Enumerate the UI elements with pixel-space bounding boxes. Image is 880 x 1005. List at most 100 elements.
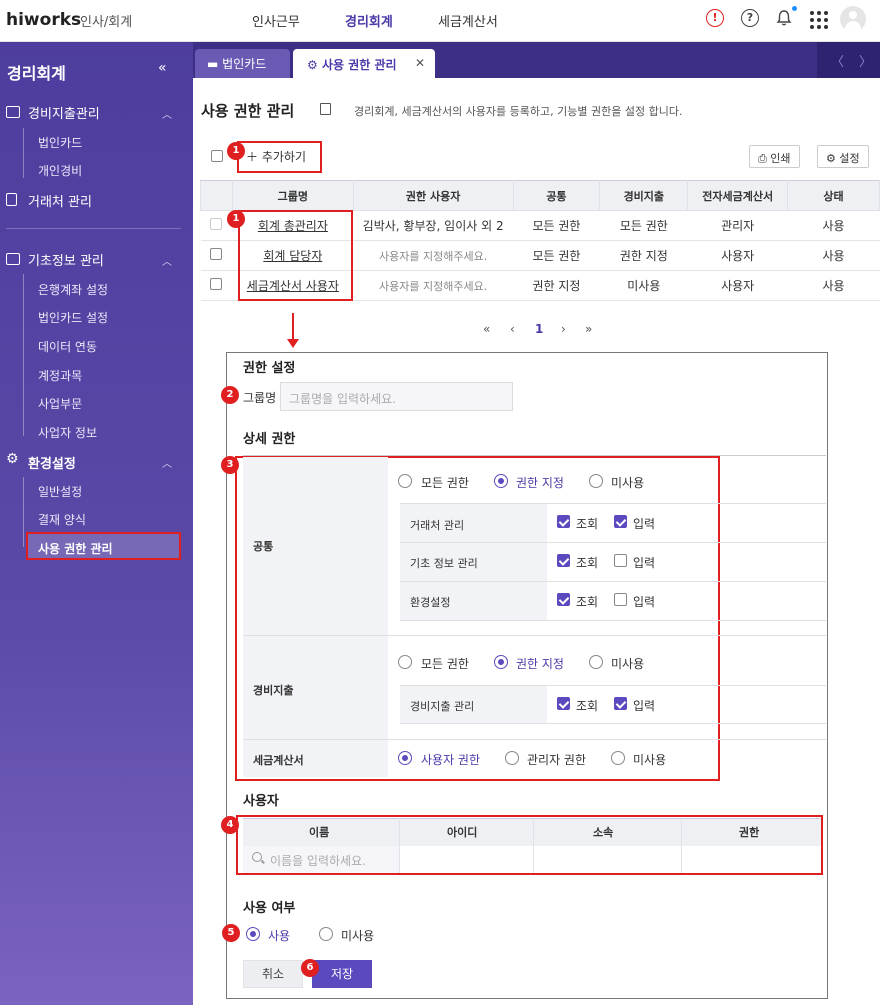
- tree-line: [23, 128, 24, 178]
- sidebar-item-bank[interactable]: 은행계좌 설정: [38, 281, 108, 298]
- last-page-icon[interactable]: »: [585, 322, 592, 336]
- plus-icon: ＋: [246, 150, 262, 164]
- section-title: 사용자: [243, 794, 279, 809]
- nav-accounting[interactable]: 경리회계: [345, 11, 393, 30]
- input-checkbox[interactable]: [614, 554, 627, 567]
- page-description: 경리회계, 세금계산서의 사용자를 등록하고, 기능별 권한을 설정 합니다.: [354, 105, 683, 118]
- select-all-checkbox[interactable]: [211, 150, 223, 162]
- add-label: 추가하기: [261, 150, 306, 164]
- view-checkbox[interactable]: [557, 515, 570, 528]
- sidebar-item-personal-expense[interactable]: 개인경비: [38, 162, 82, 179]
- sidebar-item-accounts[interactable]: 계정과목: [38, 367, 82, 384]
- save-button[interactable]: 저장: [312, 960, 372, 988]
- document-icon: [6, 193, 17, 206]
- radio-none[interactable]: [589, 474, 603, 488]
- page-number[interactable]: 1: [535, 322, 543, 336]
- next-page-icon[interactable]: ›: [561, 322, 566, 336]
- chevron-up-icon[interactable]: ︿: [162, 106, 172, 121]
- cell-common: 모든 권한: [513, 240, 600, 271]
- divider: [400, 503, 826, 504]
- close-icon[interactable]: ✕: [415, 56, 425, 70]
- cell-tax: 사용자: [687, 270, 788, 301]
- print-button[interactable]: ⎙ 인쇄: [749, 145, 800, 168]
- table-header: 공통: [512, 180, 601, 211]
- first-page-icon[interactable]: «: [483, 322, 490, 336]
- sidebar-item-general[interactable]: 일반설정: [38, 483, 82, 500]
- cancel-button[interactable]: 취소: [243, 960, 303, 988]
- input-checkbox[interactable]: [614, 697, 627, 710]
- sidebar-item-corp-card[interactable]: 법인카드: [38, 134, 82, 151]
- cell-users: 김박사, 황부장, 임이사 외 2: [353, 210, 514, 241]
- card-icon: ▬: [207, 57, 219, 71]
- sidebar-group-vendor[interactable]: 거래처 관리: [28, 191, 92, 210]
- radio-custom[interactable]: [494, 474, 508, 488]
- radio-use-on[interactable]: [246, 927, 260, 941]
- row-checkbox[interactable]: [210, 218, 223, 230]
- memo-icon[interactable]: [320, 103, 331, 115]
- help-icon[interactable]: ?: [741, 9, 759, 27]
- radio-none[interactable]: [589, 655, 603, 669]
- section-title: 사용 여부: [243, 901, 296, 916]
- annotation-box: [236, 815, 823, 875]
- collapse-sidebar-icon[interactable]: «: [158, 60, 167, 76]
- group-name-input[interactable]: 그룹명을 입력하세요.: [280, 382, 513, 411]
- chevron-up-icon[interactable]: ︿: [162, 253, 172, 268]
- radio-all[interactable]: [398, 655, 412, 669]
- chevron-left-icon[interactable]: 〈: [831, 51, 844, 70]
- sidebar-group-expense[interactable]: 경비지출관리: [28, 103, 100, 122]
- radio-none[interactable]: [611, 751, 625, 765]
- radio-label: 모든 권한: [421, 476, 469, 490]
- alert-icon[interactable]: !: [706, 9, 724, 27]
- view-checkbox[interactable]: [557, 593, 570, 606]
- avatar[interactable]: [840, 6, 866, 32]
- input-checkbox[interactable]: [614, 593, 627, 606]
- settings-label: 설정: [839, 152, 860, 165]
- radio-user[interactable]: [398, 751, 412, 765]
- tab-permissions[interactable]: ⚙ 사용 권한 관리: [293, 49, 435, 78]
- row-checkbox[interactable]: [210, 278, 223, 290]
- add-button[interactable]: ＋ 추가하기: [246, 148, 306, 165]
- settings-button[interactable]: ⚙ 설정: [817, 145, 869, 168]
- sidebar-item-approval-form[interactable]: 결재 양식: [38, 511, 86, 528]
- sidebar-group-settings[interactable]: 환경설정: [28, 453, 76, 472]
- step-badge: 3: [221, 456, 239, 474]
- cell-expense: 권한 지정: [599, 240, 688, 271]
- input-checkbox[interactable]: [614, 515, 627, 528]
- logo[interactable]: hiworks: [6, 10, 81, 30]
- radio-label: 관리자 권한: [527, 753, 587, 767]
- chevron-right-icon[interactable]: 〉: [859, 51, 872, 70]
- prev-page-icon[interactable]: ‹: [510, 322, 515, 336]
- sidebar-item-data-link[interactable]: 데이터 연동: [38, 338, 97, 355]
- tab-corp-card[interactable]: ▬ 법인카드: [195, 49, 290, 78]
- sidebar-item-card-settings[interactable]: 법인카드 설정: [38, 309, 108, 326]
- radio-admin[interactable]: [505, 751, 519, 765]
- nav-tax-invoice[interactable]: 세금계산서: [438, 11, 498, 30]
- sidebar-group-basic-info[interactable]: 기초정보 관리: [28, 250, 104, 269]
- radio-custom[interactable]: [494, 655, 508, 669]
- sidebar-item-business-unit[interactable]: 사업부문: [38, 395, 82, 412]
- cell-status: 사용: [787, 210, 880, 241]
- checkbox-label: 조회: [576, 595, 599, 609]
- divider: [400, 685, 826, 686]
- bell-icon[interactable]: [775, 9, 793, 27]
- view-checkbox[interactable]: [557, 697, 570, 710]
- annotation-arrow: [292, 313, 294, 341]
- chevron-up-icon[interactable]: ︿: [162, 455, 172, 470]
- radio-use-off[interactable]: [319, 927, 333, 941]
- section-title: 상세 권한: [243, 432, 296, 447]
- apps-grid-icon[interactable]: [810, 11, 828, 29]
- group-name-label: 그룹명: [243, 391, 277, 405]
- sidebar-item-business-info[interactable]: 사업자 정보: [38, 424, 97, 441]
- divider: [400, 542, 826, 543]
- nav-hr[interactable]: 인사근무: [252, 11, 300, 30]
- gear-icon: ⚙: [826, 152, 840, 165]
- row-checkbox[interactable]: [210, 248, 223, 260]
- radio-all[interactable]: [398, 474, 412, 488]
- sidebar-divider: [6, 228, 181, 229]
- sidebar-title: 경리회계: [7, 64, 66, 83]
- radio-label: 권한 지정: [516, 657, 564, 671]
- sidebar-item-permissions[interactable]: 사용 권한 관리: [38, 540, 113, 557]
- radio-label: 사용: [268, 929, 291, 943]
- view-checkbox[interactable]: [557, 554, 570, 567]
- notification-dot: [792, 6, 797, 11]
